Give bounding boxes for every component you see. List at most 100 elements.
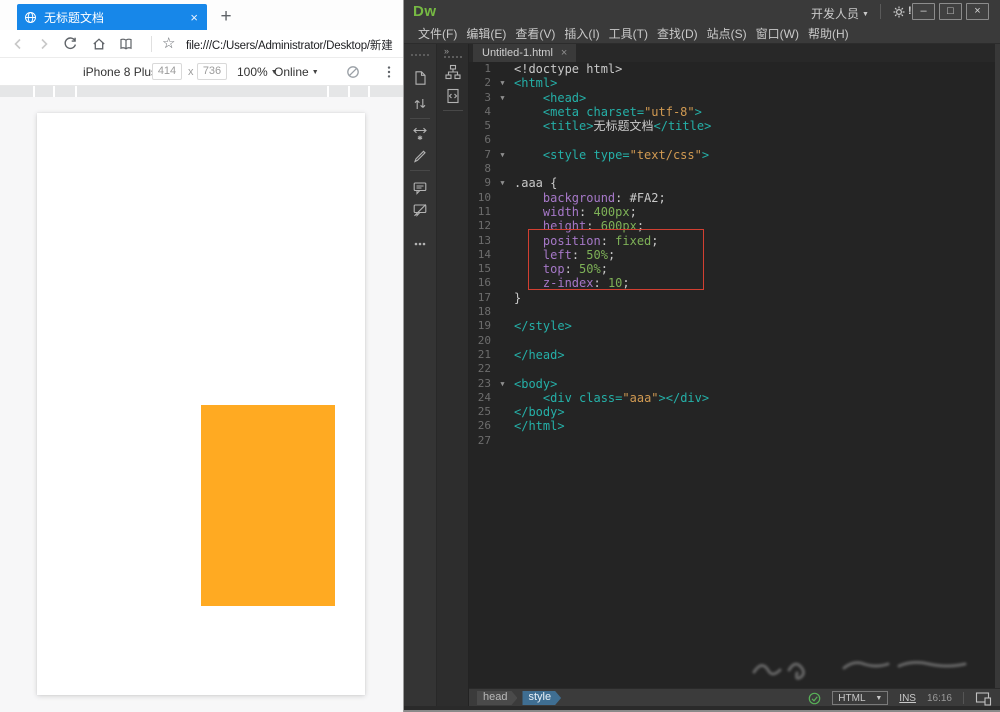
code-line[interactable]: 9▼.aaa { (469, 176, 995, 190)
media-query-segment[interactable] (77, 86, 327, 97)
code-line[interactable]: 25</body> (469, 405, 995, 419)
window-bottom-edge[interactable] (404, 706, 1000, 712)
code-line[interactable]: 19</style> (469, 319, 995, 333)
more-options-icon[interactable] (381, 64, 397, 80)
code-line[interactable]: 7▼ <style type="text/css"> (469, 148, 995, 162)
orange-div-aaa (201, 405, 335, 606)
code-line[interactable]: 11 width: 400px; (469, 205, 995, 219)
code-line[interactable]: 26</html> (469, 419, 995, 433)
menu-item[interactable]: 查看(V) (515, 25, 555, 42)
line-number: 22 (469, 362, 495, 376)
zoom-selector[interactable]: 100%▼ (237, 65, 278, 79)
remove-comment-icon[interactable] (412, 202, 428, 218)
dw-logo: Dw (413, 3, 437, 20)
code-line[interactable]: 20 (469, 334, 995, 348)
reading-list-icon[interactable] (118, 36, 134, 52)
line-number: 24 (469, 391, 495, 405)
fold-arrow-icon[interactable]: ▼ (495, 91, 510, 105)
doc-type-dropdown[interactable]: HTML▼ (832, 691, 888, 705)
menu-item[interactable]: 编辑(E) (466, 25, 506, 42)
minimize-button[interactable]: – (912, 3, 935, 20)
code-line[interactable]: 18 (469, 305, 995, 319)
media-query-bar (0, 86, 403, 97)
live-view-options-icon[interactable] (412, 126, 428, 142)
menu-item[interactable]: 查找(D) (657, 25, 698, 42)
code-line[interactable]: 17} (469, 291, 995, 305)
refresh-icon[interactable] (62, 36, 78, 52)
code-line[interactable]: 5 <title>无标题文档</title> (469, 119, 995, 133)
browser-tab[interactable]: 无标题文档 × (17, 4, 207, 30)
fold-arrow-icon[interactable]: ▼ (495, 176, 510, 190)
viewport-height-input[interactable]: 736 (197, 63, 227, 80)
open-documents-icon[interactable] (412, 70, 428, 86)
fold-arrow-icon[interactable]: ▼ (495, 76, 510, 90)
code-line[interactable]: 27 (469, 434, 995, 448)
maximize-button[interactable]: □ (939, 3, 962, 20)
fold-gutter (495, 133, 510, 147)
menu-item[interactable]: 窗口(W) (756, 25, 799, 42)
code-view[interactable]: 1<!doctype html>2▼<html>3▼ <head>4 <meta… (469, 62, 995, 688)
code-line[interactable]: 22 (469, 362, 995, 376)
workspace-switcher[interactable]: 开发人员▼ (811, 5, 869, 22)
more-tools-icon[interactable] (412, 236, 428, 252)
code-line[interactable]: 6 (469, 133, 995, 147)
lint-ok-icon (808, 692, 821, 705)
apply-comment-icon[interactable] (412, 180, 428, 196)
inspect-brush-icon[interactable] (412, 148, 428, 164)
menu-item[interactable]: 插入(I) (564, 25, 599, 42)
tab-close-icon[interactable]: × (561, 47, 567, 59)
code-line[interactable]: 24 <div class="aaa"></div> (469, 391, 995, 405)
new-tab-button[interactable]: + (214, 5, 238, 29)
fold-gutter (495, 205, 510, 219)
line-number: 5 (469, 119, 495, 133)
tab-close-icon[interactable]: × (190, 11, 198, 24)
media-query-segment[interactable] (0, 86, 33, 97)
fold-arrow-icon[interactable]: ▼ (495, 148, 510, 162)
gear-icon[interactable] (891, 4, 907, 20)
media-query-segment[interactable] (370, 86, 403, 97)
line-number: 9 (469, 176, 495, 190)
fold-arrow-icon[interactable]: ▼ (495, 377, 510, 391)
network-selector[interactable]: Online▼ (274, 65, 319, 79)
menu-item[interactable]: 文件(F) (418, 25, 457, 42)
code-line[interactable]: 8 (469, 162, 995, 176)
chevron-down-icon: ▼ (312, 69, 319, 76)
line-text: </head> (510, 348, 565, 362)
fold-gutter (495, 319, 510, 333)
code-line[interactable]: 3▼ <head> (469, 91, 995, 105)
status-bar: headstyle HTML▼ INS 16:16 (469, 688, 1000, 706)
code-line[interactable]: 10 background: #FA2; (469, 191, 995, 205)
expand-panels-icon[interactable]: » (444, 46, 450, 56)
forward-icon[interactable] (36, 36, 52, 52)
menu-item[interactable]: 站点(S) (707, 25, 747, 42)
menu-item[interactable]: 帮助(H) (808, 25, 849, 42)
address-url[interactable]: file:///C:/Users/Administrator/Desktop/新… (186, 37, 403, 53)
editor-scroll-track[interactable] (995, 44, 1000, 688)
toolbar-grip[interactable] (411, 54, 429, 56)
back-icon[interactable] (10, 36, 26, 52)
code-line[interactable]: 1<!doctype html> (469, 62, 995, 76)
throttle-off-icon[interactable] (345, 64, 361, 80)
code-line[interactable]: 23▼<body> (469, 377, 995, 391)
media-query-segment[interactable] (35, 86, 53, 97)
viewport-width-input[interactable]: 414 (152, 63, 182, 80)
files-panel-icon[interactable] (445, 88, 461, 104)
panel-grip[interactable] (444, 56, 462, 58)
bookmark-star-icon[interactable]: ☆ (162, 34, 175, 52)
menu-item[interactable]: 工具(T) (609, 25, 648, 42)
close-button[interactable]: × (966, 3, 989, 20)
home-icon[interactable] (91, 36, 107, 52)
insert-mode-indicator: INS (899, 693, 916, 704)
dom-panel-icon[interactable] (445, 64, 461, 80)
media-query-segment[interactable] (350, 86, 368, 97)
media-query-segment[interactable] (329, 86, 348, 97)
code-line[interactable]: 21</head> (469, 348, 995, 362)
document-tab[interactable]: Untitled-1.html× (473, 44, 576, 62)
media-query-segment[interactable] (55, 86, 75, 97)
device-preview-icon[interactable] (975, 691, 992, 706)
tag-crumb-style[interactable]: style (522, 691, 561, 705)
file-management-icon[interactable] (412, 96, 428, 112)
code-line[interactable]: 2▼<html> (469, 76, 995, 90)
code-line[interactable]: 4 <meta charset="utf-8"> (469, 105, 995, 119)
tag-crumb-head[interactable]: head (477, 691, 517, 705)
